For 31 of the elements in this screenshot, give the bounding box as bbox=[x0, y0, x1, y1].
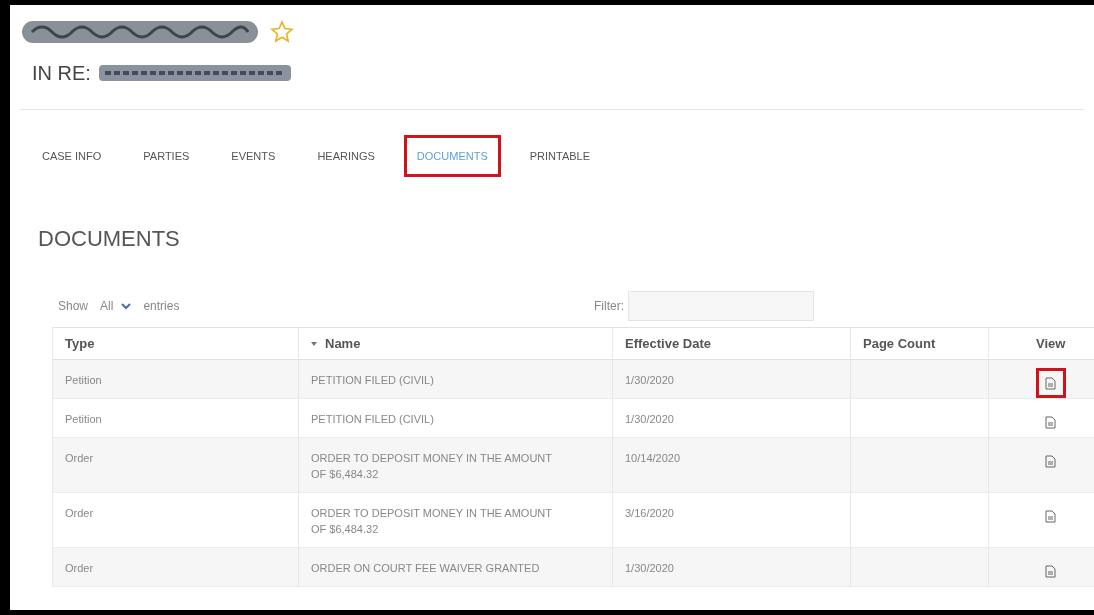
table-cell: ORDER TO DEPOSIT MONEY IN THE AMOUNT OF $6,484.32 bbox=[311, 452, 552, 480]
show-label: Show bbox=[58, 298, 89, 315]
entries-dropdown[interactable]: All bbox=[96, 297, 136, 315]
tab[interactable]: HEARINGS bbox=[307, 137, 385, 175]
table-cell: Petition bbox=[65, 413, 102, 425]
tab[interactable]: PARTIES bbox=[133, 137, 200, 175]
section-heading: DOCUMENTS bbox=[37, 225, 181, 253]
column-header[interactable]: Effective Date bbox=[625, 335, 711, 351]
table-cell: Petition bbox=[65, 374, 102, 386]
table-cell: 1/30/2020 bbox=[625, 562, 674, 574]
column-header[interactable]: View bbox=[1036, 335, 1066, 351]
column-header[interactable]: Page Count bbox=[863, 335, 936, 351]
table-cell: ORDER TO DEPOSIT MONEY IN THE AMOUNT OF $6,484.32 bbox=[311, 507, 552, 535]
table-cell: Order bbox=[65, 562, 94, 574]
table-cell: 3/16/2020 bbox=[625, 507, 674, 519]
table-cell: PETITION FILED (CIVIL) bbox=[311, 374, 434, 386]
table-cell: ORDER ON COURT FEE WAIVER GRANTED bbox=[311, 562, 540, 574]
filter-label: Filter: bbox=[594, 298, 624, 315]
table-cell: 10/14/2020 bbox=[625, 452, 681, 464]
tab[interactable]: PRINTABLE bbox=[519, 137, 601, 175]
column-header[interactable]: Name bbox=[311, 333, 600, 354]
entries-label: entries bbox=[143, 298, 180, 315]
table-cell: Order bbox=[65, 507, 94, 519]
table-cell: Order bbox=[65, 452, 94, 464]
tab[interactable]: CASE INFO bbox=[32, 137, 112, 175]
table-cell: 1/30/2020 bbox=[625, 374, 674, 386]
table-cell: PETITION FILED (CIVIL) bbox=[311, 413, 434, 425]
column-header[interactable]: Type bbox=[65, 335, 95, 351]
case-caption-label: IN RE: bbox=[32, 61, 91, 86]
tab[interactable]: EVENTS bbox=[221, 137, 286, 175]
table-cell: 1/30/2020 bbox=[625, 413, 674, 425]
